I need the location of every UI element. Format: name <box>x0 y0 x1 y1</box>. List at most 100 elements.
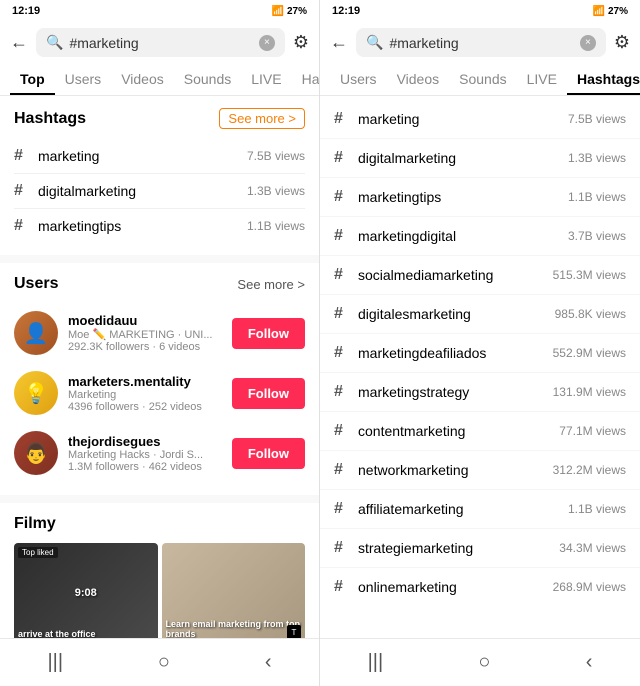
hashtags-section: Hashtags See more > # marketing 7.5B vie… <box>0 96 319 255</box>
tab-users-left[interactable]: Users <box>55 63 112 95</box>
hl-row-5[interactable]: # socialmediamarketing 515.3M views <box>320 256 640 295</box>
hashtag-views-2: 1.3B views <box>247 184 305 198</box>
back-button-left[interactable]: ← <box>10 32 28 53</box>
hl-name-2: digitalmarketing <box>358 150 568 166</box>
tab-top[interactable]: Top <box>10 63 55 95</box>
tab-sounds-left[interactable]: Sounds <box>174 63 241 95</box>
hl-hash-12: # <box>334 539 358 557</box>
status-icons-right: 📶 27% <box>593 6 628 17</box>
user-desc-2: Marketing <box>68 389 222 401</box>
hl-views-13: 268.9M views <box>553 580 626 594</box>
tab-hashtags[interactable]: Hashtags <box>567 63 640 95</box>
hl-row-11[interactable]: # affiliatemarketing 1.1B views <box>320 490 640 529</box>
hl-row-1[interactable]: # marketing 7.5B views <box>320 100 640 139</box>
tab-has-left[interactable]: Has <box>292 63 319 95</box>
user-stats-2: 4396 followers · 252 videos <box>68 401 222 413</box>
tabs-left: Top Users Videos Sounds LIVE Has <box>0 63 319 96</box>
hl-name-5: socialmediamarketing <box>358 267 553 283</box>
hashtag-row-3[interactable]: # marketingtips 1.1B views <box>14 209 305 243</box>
back-button-right[interactable]: ← <box>330 32 348 53</box>
hl-name-11: affiliatemarketing <box>358 501 568 517</box>
nav-menu-right[interactable]: ||| <box>348 647 404 678</box>
clear-search-right[interactable]: × <box>580 35 596 51</box>
search-text-right: #marketing <box>389 35 573 51</box>
hl-row-4[interactable]: # marketingdigital 3.7B views <box>320 217 640 256</box>
follow-button-2[interactable]: Follow <box>232 378 305 409</box>
bottom-nav-left: ||| ○ ‹ <box>0 638 319 686</box>
tiktok-logo: T <box>287 625 301 638</box>
users-title: Users <box>14 275 58 293</box>
hl-hash-2: # <box>334 149 358 167</box>
hl-row-6[interactable]: # digitalesmarketing 985.8K views <box>320 295 640 334</box>
search-container-left[interactable]: 🔍 #marketing × <box>36 28 285 57</box>
hl-name-1: marketing <box>358 111 568 127</box>
avatar-1: 👤 <box>14 311 58 355</box>
user-desc-3: Marketing Hacks · Jordi S... <box>68 449 222 461</box>
tab-live-right[interactable]: LIVE <box>517 63 567 95</box>
hl-views-9: 77.1M views <box>559 424 626 438</box>
video-thumb-2[interactable]: Learn email marketing from top brands T <box>162 543 306 638</box>
search-container-right[interactable]: 🔍 #marketing × <box>356 28 606 57</box>
left-phone-panel: 12:19 📶 27% ← 🔍 #marketing × ⚙ Top Users… <box>0 0 320 686</box>
video-overlay-2: Learn email marketing from top brands <box>166 619 302 638</box>
status-bar-right: 12:19 📶 27% <box>320 0 640 22</box>
search-bar-left: ← 🔍 #marketing × ⚙ <box>0 22 319 63</box>
username-3: thejordisegues <box>68 434 222 449</box>
hl-row-8[interactable]: # marketingstrategy 131.9M views <box>320 373 640 412</box>
nav-home-left[interactable]: ○ <box>138 647 190 678</box>
hl-row-13[interactable]: # onlinemarketing 268.9M views <box>320 568 640 606</box>
filter-icon-right[interactable]: ⚙ <box>614 32 630 53</box>
hl-views-12: 34.3M views <box>559 541 626 555</box>
hl-row-10[interactable]: # networkmarketing 312.2M views <box>320 451 640 490</box>
hl-name-3: marketingtips <box>358 189 568 205</box>
hashtag-views-1: 7.5B views <box>247 149 305 163</box>
search-bar-right: ← 🔍 #marketing × ⚙ <box>320 22 640 63</box>
hl-row-7[interactable]: # marketingdeafiliados 552.9M views <box>320 334 640 373</box>
hl-name-12: strategiemarketing <box>358 540 559 556</box>
hl-hash-8: # <box>334 383 358 401</box>
hl-views-8: 131.9M views <box>553 385 626 399</box>
hashtag-list: # marketing 7.5B views # digitalmarketin… <box>320 96 640 638</box>
hl-hash-3: # <box>334 188 358 206</box>
tab-live-left[interactable]: LIVE <box>241 63 291 95</box>
nav-menu-left[interactable]: ||| <box>27 647 83 678</box>
follow-button-3[interactable]: Follow <box>232 438 305 469</box>
hashtag-name-2: digitalmarketing <box>38 183 247 199</box>
filter-icon-left[interactable]: ⚙ <box>293 32 309 53</box>
hl-name-9: contentmarketing <box>358 423 559 439</box>
see-more-users[interactable]: See more > <box>237 277 305 292</box>
nav-back-right[interactable]: ‹ <box>566 647 613 678</box>
hl-row-3[interactable]: # marketingtips 1.1B views <box>320 178 640 217</box>
hashtags-title: Hashtags <box>14 110 86 128</box>
tab-videos-left[interactable]: Videos <box>111 63 174 95</box>
tab-users-right[interactable]: Users <box>330 63 387 95</box>
hl-hash-5: # <box>334 266 358 284</box>
hl-hash-6: # <box>334 305 358 323</box>
hl-row-9[interactable]: # contentmarketing 77.1M views <box>320 412 640 451</box>
nav-back-left[interactable]: ‹ <box>245 647 292 678</box>
user-stats-1: 292.3K followers · 6 videos <box>68 341 222 353</box>
time-left: 12:19 <box>12 5 40 17</box>
video-thumb-1[interactable]: Top liked 9:08 arrive at the office <box>14 543 158 638</box>
video-label-1: arrive at the office <box>18 629 96 638</box>
see-more-hashtags[interactable]: See more > <box>219 108 305 129</box>
hl-views-5: 515.3M views <box>553 268 626 282</box>
hl-row-2[interactable]: # digitalmarketing 1.3B views <box>320 139 640 178</box>
user-info-3: thejordisegues Marketing Hacks · Jordi S… <box>68 434 222 473</box>
hash-icon-1: # <box>14 147 38 165</box>
nav-home-right[interactable]: ○ <box>458 647 510 678</box>
hl-hash-1: # <box>334 110 358 128</box>
hashtag-row-2[interactable]: # digitalmarketing 1.3B views <box>14 174 305 209</box>
hl-hash-11: # <box>334 500 358 518</box>
hl-views-2: 1.3B views <box>568 151 626 165</box>
status-bar-left: 12:19 📶 27% <box>0 0 319 22</box>
hashtag-row-1[interactable]: # marketing 7.5B views <box>14 139 305 174</box>
tab-videos-right[interactable]: Videos <box>387 63 450 95</box>
video-time: 9:08 <box>75 587 97 599</box>
hash-icon-3: # <box>14 217 38 235</box>
clear-search-left[interactable]: × <box>259 35 275 51</box>
follow-button-1[interactable]: Follow <box>232 318 305 349</box>
tab-sounds-right[interactable]: Sounds <box>449 63 516 95</box>
hl-row-12[interactable]: # strategiemarketing 34.3M views <box>320 529 640 568</box>
status-icons-left: 📶 27% <box>272 6 307 17</box>
